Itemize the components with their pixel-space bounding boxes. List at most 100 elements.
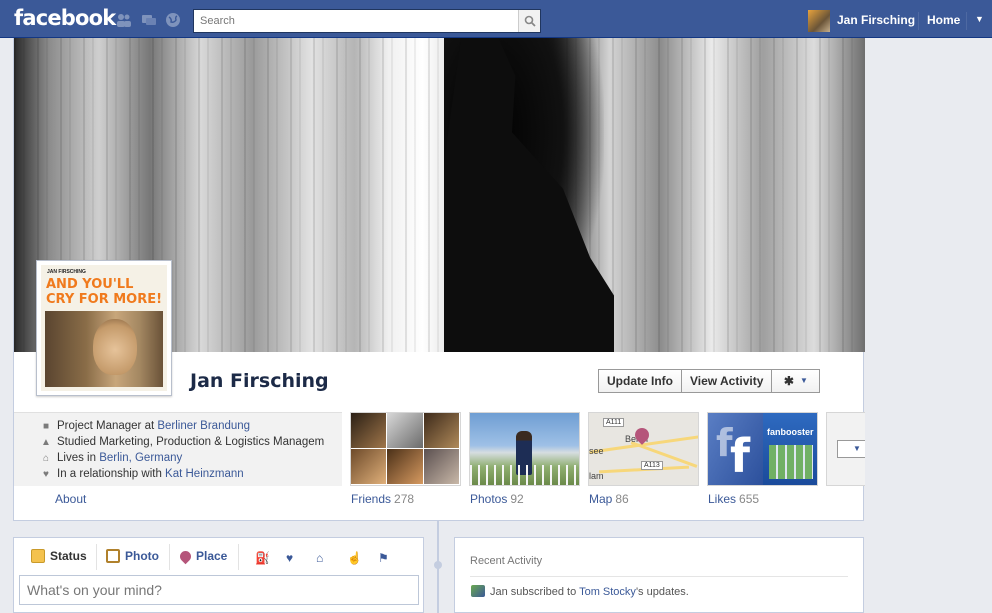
friend-thumb <box>423 413 460 449</box>
tab-label: Photo <box>125 549 159 563</box>
picture-photo <box>45 311 163 387</box>
nav-divider <box>966 12 967 30</box>
friend-thumb <box>351 449 388 485</box>
map-road-badge: A111 <box>603 418 625 427</box>
profile-picture-image: JAN FIRSCHING AND YOU'LL CRY FOR MORE! <box>41 265 167 391</box>
divider <box>470 576 848 577</box>
photo-icon <box>106 549 120 563</box>
about-text: Studied Marketing, Production & Logistic… <box>57 436 325 448</box>
search-input[interactable] <box>194 10 520 32</box>
tab-label: Place <box>196 549 228 563</box>
recent-activity-box: Recent Activity Jan subscribed to Tom St… <box>454 537 864 613</box>
tab-divider <box>238 544 239 570</box>
tab-label: Status <box>50 549 87 563</box>
school-icon: ▲ <box>41 437 51 448</box>
friend-requests-icon[interactable] <box>116 12 132 28</box>
likes-count: 655 <box>739 492 760 506</box>
partner-link[interactable]: Kat Heinzmann <box>165 468 244 480</box>
likes-facebook-logo: f f <box>708 413 764 485</box>
about-line-relationship: ♥ In a relationship with Kat Heinzmann <box>40 468 340 480</box>
photos-tile[interactable] <box>469 412 580 486</box>
tab-divider <box>96 544 97 570</box>
friend-thumb <box>387 449 424 485</box>
likes-tile[interactable]: f f fanbooster <box>707 412 818 486</box>
picture-caption-small: JAN FIRSCHING <box>47 269 86 275</box>
top-bar: facebook Jan Firsching Home ▼ <box>0 0 992 38</box>
facebook-logo[interactable]: facebook <box>14 6 116 30</box>
tile-label-text: Friends <box>351 492 392 506</box>
nav-divider <box>918 12 919 30</box>
tab-place[interactable]: Place <box>177 548 228 564</box>
profile-name[interactable]: Jan Firsching <box>190 370 329 392</box>
gear-menu-button[interactable]: ✱ ▼ <box>772 369 821 393</box>
friend-thumb <box>387 413 424 449</box>
activity-text: 's updates. <box>635 586 689 598</box>
about-line-location: ⌂ Lives in Berlin, Germany <box>40 452 340 464</box>
chevron-down-icon: ▼ <box>853 444 861 453</box>
about-text: In a relationship with <box>57 468 166 480</box>
friend-thumb <box>351 413 388 449</box>
about-line-work: ■ Project Manager at Berliner Brandung <box>40 420 340 432</box>
messages-icon[interactable] <box>141 12 157 28</box>
tab-status[interactable]: Status <box>31 549 87 563</box>
tab-divider <box>169 544 170 570</box>
home-link[interactable]: Home <box>927 13 960 27</box>
friends-count: 278 <box>394 492 415 506</box>
photo-railing <box>470 465 579 485</box>
about-summary: ■ Project Manager at Berliner Brandung ▲ S… <box>14 412 342 486</box>
briefcase-icon: ■ <box>42 421 50 432</box>
about-text: Lives in <box>57 452 100 464</box>
life-event-icon[interactable]: ⛽ <box>255 551 270 565</box>
place-pin-icon <box>177 548 194 564</box>
activity-text: Jan subscribed to <box>490 586 580 598</box>
gear-icon: ✱ <box>783 374 794 388</box>
hand-icon[interactable]: ☝ <box>347 551 362 565</box>
search-button[interactable] <box>518 10 540 32</box>
about-link[interactable]: About <box>55 492 86 506</box>
subscribed-user-link[interactable]: Tom Stocky <box>579 586 636 598</box>
photos-label[interactable]: Photos 92 <box>470 492 524 506</box>
notifications-globe-icon[interactable] <box>165 12 181 28</box>
heart-small-icon[interactable]: ♥ <box>286 551 293 565</box>
subscribe-icon <box>471 585 485 597</box>
picture-caption-big: AND YOU'LL CRY FOR MORE! <box>46 277 163 307</box>
home-icon: ⌂ <box>42 453 50 464</box>
map-label[interactable]: Map 86 <box>589 492 629 506</box>
search-icon <box>524 15 536 27</box>
tile-label-text: Map <box>589 492 613 506</box>
fanbooster-grid <box>769 445 813 479</box>
location-link[interactable]: Berlin, Germany <box>99 452 182 464</box>
home-small-icon[interactable]: ⌂ <box>316 551 323 565</box>
friend-thumb <box>423 449 460 485</box>
recent-activity-item: Jan subscribed to Tom Stocky's updates. <box>471 585 689 598</box>
map-count: 86 <box>615 492 629 506</box>
picture-face <box>93 319 137 375</box>
heart-icon: ♥ <box>43 469 49 480</box>
view-activity-button[interactable]: View Activity <box>682 369 773 393</box>
friends-tile[interactable] <box>350 412 461 486</box>
friends-label[interactable]: Friends 278 <box>351 492 414 506</box>
profile-picture[interactable]: JAN FIRSCHING AND YOU'LL CRY FOR MORE! <box>36 260 172 396</box>
status-input[interactable] <box>19 575 419 605</box>
account-caret-icon[interactable]: ▼ <box>975 14 984 24</box>
employer-link[interactable]: Berliner Brandung <box>157 420 250 432</box>
timeline-header-card: JAN FIRSCHING AND YOU'LL CRY FOR MORE! J… <box>13 38 865 521</box>
fanbooster-text: fanbooster <box>767 427 814 437</box>
photos-count: 92 <box>510 492 524 506</box>
search-box <box>193 9 541 33</box>
more-tiles-panel: ▼ <box>826 412 865 486</box>
likes-label[interactable]: Likes 655 <box>708 492 759 506</box>
flag-icon[interactable]: ⚑ <box>378 551 389 565</box>
tab-photo[interactable]: Photo <box>106 549 159 563</box>
more-tiles-button[interactable]: ▼ <box>837 440 865 458</box>
user-avatar[interactable] <box>808 10 830 32</box>
map-tile[interactable]: A111 Berlin see A113 lam <box>588 412 699 486</box>
timeline-spine-dot <box>434 561 442 569</box>
chevron-down-icon: ▼ <box>799 376 808 385</box>
update-info-button[interactable]: Update Info <box>598 369 682 393</box>
likes-fanbooster-thumb: fanbooster <box>763 413 817 485</box>
status-composer: Status Photo Place ⛽ ♥ ⌂ ☝ ⚑ <box>13 537 424 613</box>
user-name-link[interactable]: Jan Firsching <box>837 13 915 27</box>
about-text: Project Manager at <box>57 420 158 432</box>
map-place-label: see <box>589 446 604 456</box>
